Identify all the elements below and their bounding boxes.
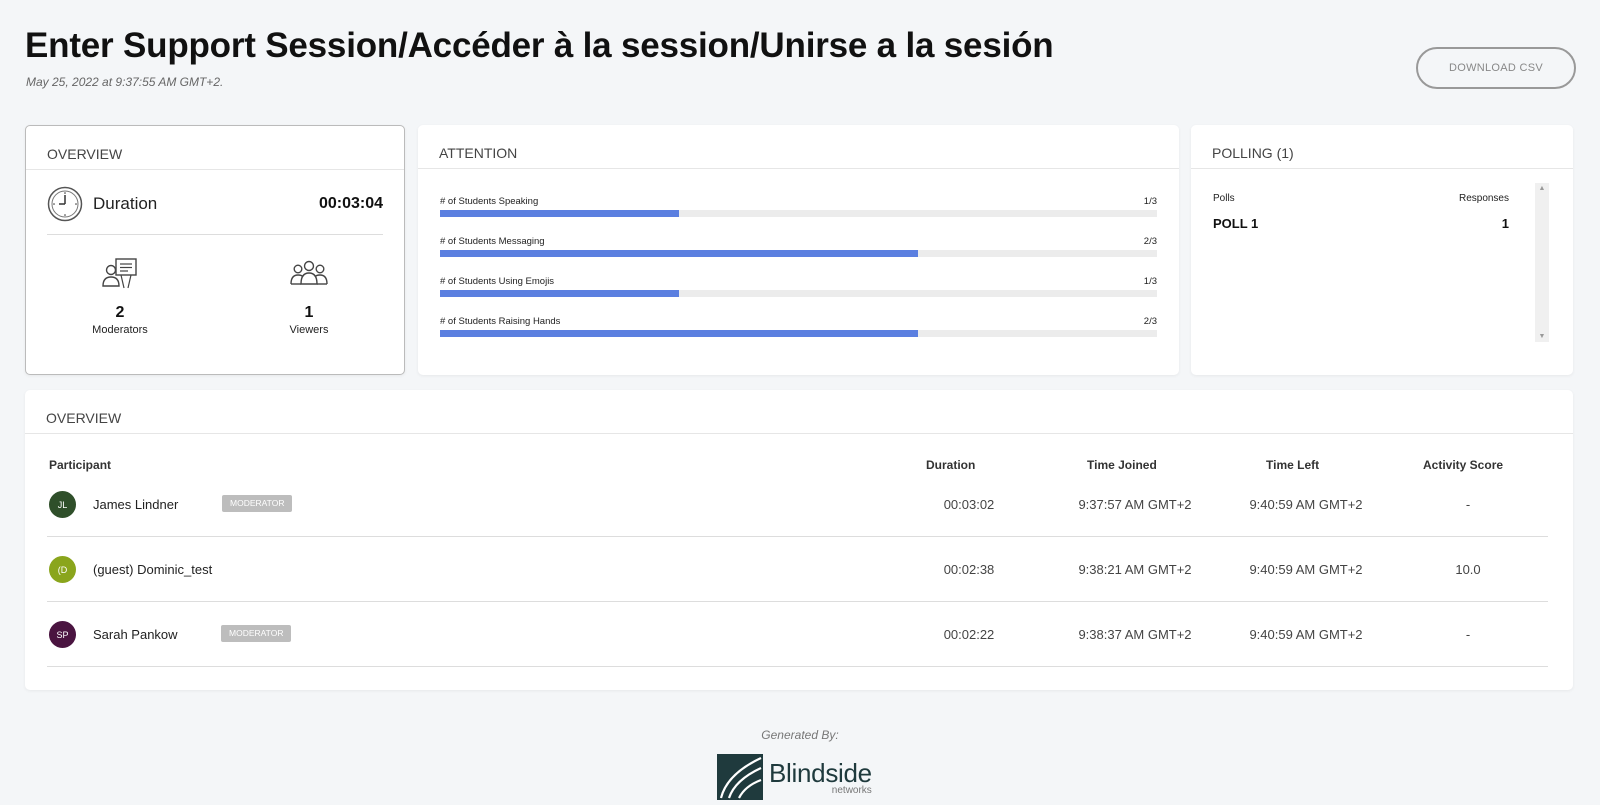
viewers-count: 1 (304, 304, 314, 321)
avatar: (D (49, 556, 76, 583)
participant-name: Sarah Pankow (93, 627, 178, 642)
participant-activity-score: 10.0 (1455, 562, 1481, 577)
table-row: JL James Lindner MODERATOR 00:03:02 9:37… (47, 472, 1548, 537)
download-csv-button[interactable]: DOWNLOAD CSV (1416, 47, 1576, 89)
participant-time-left: 9:40:59 AM GMT+2 (1249, 627, 1363, 642)
participant-duration: 00:03:02 (943, 497, 995, 512)
participant-time-joined: 9:38:37 AM GMT+2 (1078, 627, 1192, 642)
attention-row: # of Students Speaking 1/3 (440, 196, 1157, 217)
participants-card-title: OVERVIEW (25, 390, 1573, 434)
poll-list: Polls Responses POLL 1 1 ▲ ▼ (1213, 183, 1549, 342)
table-row: (D (guest) Dominic_test 00:02:38 9:38:21… (47, 537, 1548, 602)
attention-fill (440, 290, 679, 297)
blindside-logo: Blindside networks (717, 754, 872, 800)
moderator-badge: MODERATOR (222, 495, 293, 512)
avatar: SP (49, 621, 76, 648)
participants-card: OVERVIEW Participant Duration Time Joine… (25, 390, 1573, 690)
attention-track (440, 330, 1157, 337)
participant-time-left: 9:40:59 AM GMT+2 (1249, 497, 1363, 512)
responses-column-header: Responses (1458, 193, 1509, 204)
presenter-icon (102, 258, 137, 289)
activity-score-column-header: Activity Score (1423, 458, 1504, 472)
attention-value: 1/3 (1143, 196, 1157, 207)
attention-card: ATTENTION # of Students Speaking 1/3 # of… (418, 125, 1179, 375)
moderators-stat: 2 Moderators (60, 256, 180, 336)
session-date: May 25, 2022 at 9:37:55 AM GMT+2. (26, 75, 224, 89)
attention-fill (440, 250, 919, 257)
participant-time-joined: 9:37:57 AM GMT+2 (1078, 497, 1192, 512)
participant-activity-score: - (1465, 627, 1471, 642)
attention-label: # of Students Using Emojis (440, 276, 555, 287)
clock-icon (47, 186, 83, 222)
attention-row: # of Students Messaging 2/3 (440, 236, 1157, 257)
time-left-column-header: Time Left (1266, 458, 1320, 472)
polls-column-header: Polls (1213, 193, 1235, 204)
logo-name: Blindside (769, 758, 872, 788)
attention-value: 1/3 (1143, 276, 1157, 287)
scroll-down-arrow-icon[interactable]: ▼ (1535, 333, 1549, 340)
attention-fill (440, 330, 919, 337)
attention-label: # of Students Raising Hands (440, 316, 561, 327)
page-title: Enter Support Session/Accéder à la sessi… (25, 26, 1054, 65)
avatar: JL (49, 491, 76, 518)
viewers-label: Viewers (289, 324, 329, 336)
participant-activity-score: - (1465, 497, 1471, 512)
duration-row: Duration 00:03:04 (47, 184, 383, 224)
participant-name: (guest) Dominic_test (93, 562, 213, 577)
attention-fill (440, 210, 679, 217)
attention-label: # of Students Speaking (440, 196, 539, 207)
poll-row: POLL 1 1 (1213, 216, 1509, 231)
poll-header-row: Polls Responses (1213, 193, 1509, 204)
attention-card-title: ATTENTION (418, 125, 1179, 169)
poll-name: POLL 1 (1213, 216, 1259, 231)
attention-track (440, 210, 1157, 217)
duration-column-header: Duration (926, 458, 976, 472)
divider (47, 234, 383, 235)
attention-value: 2/3 (1143, 316, 1157, 327)
participant-duration: 00:02:38 (943, 562, 995, 577)
attention-track (440, 290, 1157, 297)
table-row: SP Sarah Pankow MODERATOR 00:02:22 9:38:… (47, 602, 1548, 667)
poll-responses: 1 (1501, 216, 1509, 231)
blindside-logo-icon (717, 754, 763, 800)
overview-card: OVERVIEW Duration 00:03:04 2 Moderators (25, 125, 405, 375)
moderators-count: 2 (115, 304, 125, 321)
attention-value: 2/3 (1143, 236, 1157, 247)
moderators-label: Moderators (92, 324, 148, 336)
scroll-up-arrow-icon[interactable]: ▲ (1535, 185, 1549, 192)
polling-card: POLLING (1) Polls Responses POLL 1 1 ▲ ▼ (1191, 125, 1573, 375)
generated-by-label: Generated By: (761, 728, 839, 742)
polling-card-title: POLLING (1) (1191, 125, 1573, 169)
participant-name: James Lindner (93, 497, 179, 512)
duration-value: 00:03:04 (318, 195, 383, 212)
attention-row: # of Students Raising Hands 2/3 (440, 316, 1157, 337)
time-joined-column-header: Time Joined (1087, 458, 1157, 472)
overview-card-title: OVERVIEW (26, 126, 404, 170)
participant-time-joined: 9:38:21 AM GMT+2 (1078, 562, 1192, 577)
viewers-stat: 1 Viewers (249, 256, 369, 336)
attention-label: # of Students Messaging (440, 236, 545, 247)
participant-duration: 00:02:22 (943, 627, 995, 642)
participant-column-header: Participant (49, 458, 112, 472)
poll-scrollbar[interactable]: ▲ ▼ (1535, 183, 1549, 342)
attention-track (440, 250, 1157, 257)
moderator-badge: MODERATOR (221, 625, 292, 642)
duration-label: Duration (93, 194, 158, 213)
participant-time-left: 9:40:59 AM GMT+2 (1249, 562, 1363, 577)
attention-row: # of Students Using Emojis 1/3 (440, 276, 1157, 297)
group-icon (290, 260, 328, 285)
